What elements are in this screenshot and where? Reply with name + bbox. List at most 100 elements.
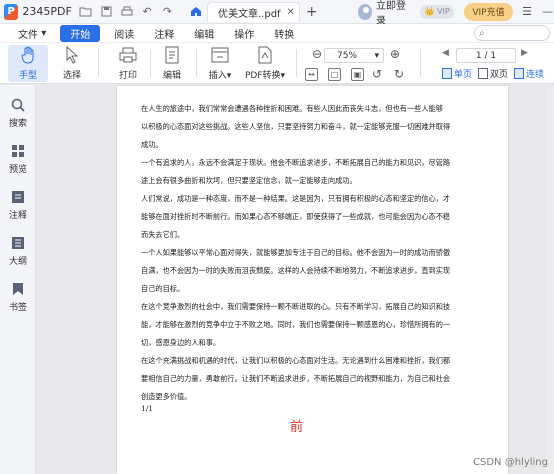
document-line: 人们常说，成功是一种态度，而不是一种结果。这是因为，只有拥有积极的心态和坚定的信… [141, 194, 451, 203]
left-sidebar: 搜索 预览 注释 大纲 书签 [0, 85, 36, 474]
prev-page-icon[interactable]: ◀ [442, 48, 449, 58]
single-page-icon [442, 68, 452, 79]
sidebar-item-preview[interactable]: 预览 [0, 143, 36, 175]
minimize-icon[interactable]: — [541, 5, 554, 18]
toolbar-divider [196, 49, 197, 77]
comment-icon [10, 189, 26, 205]
hand-icon [18, 45, 38, 65]
print-button[interactable]: 打印 [108, 45, 148, 82]
document-page: 在人生的旅途中，我们常常会遭遇各种挫折和困难。有些人因此而丧失斗志，但也有一些人… [117, 86, 508, 474]
rotate-right-icon[interactable]: ↻ [394, 67, 404, 81]
document-line: 一个有追求的人，永远不会满足于现状。他会不断追求进步，不断拓展自己的能力和见识，… [141, 158, 451, 167]
document-line: 在这个竞争激烈的社会中，我们需要保持一颗不断进取的心。只有不断学习，拓展自己的知… [141, 302, 451, 311]
document-line: 创造更多价值。 [141, 392, 192, 401]
edit-button[interactable]: 编辑 [152, 45, 192, 82]
menu-icon[interactable]: ☰ [521, 5, 534, 18]
sidebar-item-label: 注释 [8, 211, 27, 221]
rotate-left-icon[interactable]: ↺ [372, 67, 382, 81]
pdf-convert-label-text: PDF转换 [244, 71, 281, 81]
double-page-label: 双页 [490, 70, 509, 80]
toolbar-divider [296, 49, 297, 77]
document-line: 能够在面对挫折时不断前行。而如果心态不够端正，即使获得了一些成就，也可能会因为心… [141, 212, 451, 221]
document-line: 要相信自己的力量，勇敢前行。让我们不断追求进步，不断拓展自己的视野和能力，为自己… [141, 374, 451, 383]
redo-icon[interactable]: ↷ [160, 4, 174, 20]
menu-file-label: 文件 [18, 29, 38, 41]
document-line: 自满，也不会因为一时的失败而沮丧颓废。这样的人会持续不断地努力，不断追求进步，直… [141, 266, 451, 275]
folder-icon[interactable] [79, 4, 93, 20]
fit-width-icon[interactable]: ↔ [305, 68, 318, 81]
document-line: 切，感恩身边的人和事。 [141, 338, 221, 347]
chevron-down-icon: ▾ [41, 27, 47, 39]
tab-convert[interactable]: 转换 [264, 25, 304, 42]
new-tab-icon[interactable]: + [306, 4, 318, 20]
tab-edit[interactable]: 编辑 [184, 25, 224, 42]
pdf-convert-icon [255, 45, 275, 65]
tab-read[interactable]: 阅读 [104, 25, 144, 42]
sidebar-item-outline[interactable]: 大纲 [0, 235, 36, 267]
hand-tool-button[interactable]: 手型 [8, 45, 48, 82]
toolbar-divider [98, 49, 99, 77]
tab-start[interactable]: 开始 [60, 24, 101, 42]
sidebar-item-bookmarks[interactable]: 书签 [0, 281, 36, 313]
printer-icon [118, 45, 138, 65]
vip-badge: 👑 VIP [419, 4, 455, 19]
search-icon [10, 97, 26, 113]
double-page-icon [478, 68, 488, 79]
undo-icon[interactable]: ↶ [140, 4, 154, 20]
document-line: 以积极的心态面对这些挑战。这些人坚信，只要坚持努力和奋斗，就一定能够克服一切困难… [141, 122, 451, 131]
print-icon[interactable] [120, 4, 134, 20]
pdf-convert-label: PDF转换▾ [244, 71, 286, 81]
tab-operate[interactable]: 操作 [224, 25, 264, 42]
toolbar-divider [150, 49, 151, 77]
close-tab-icon[interactable]: ✕ [286, 7, 294, 18]
thumbnail-grid-icon [10, 143, 26, 159]
title-bar: P 2345PDF ↶ ↷ 优美文章..pdf ✕ + 立即登录 👑 VIP V… [0, 0, 554, 27]
document-line: 在这个充满挑战和机遇的时代，让我们以积极的心态面对生活。无论遇到什么困难和挫折，… [141, 356, 451, 365]
document-line: 而失去它们。 [141, 230, 185, 239]
home-icon[interactable] [189, 4, 203, 20]
continuous-icon [514, 68, 524, 79]
user-avatar-icon[interactable] [357, 3, 372, 20]
insert-label-text: 插入 [208, 71, 227, 81]
zoom-value: 75% [337, 50, 358, 61]
zoom-out-icon[interactable]: ⊖ [312, 47, 322, 61]
print-label: 打印 [118, 71, 137, 81]
document-line: 能，才能够在激烈的竞争中立于不败之地。同时，我们也需要保持一颗感恩的心，珍惜所拥… [141, 320, 451, 329]
document-line: 一个人如果能够以平常心面对得失，就能够更加专注于自己的目标。他不会因为一时的成功… [141, 248, 451, 257]
insert-button[interactable]: 插入▾ [198, 45, 242, 82]
document-tab[interactable]: 优美文章..pdf ✕ [207, 1, 300, 22]
toolbar-divider [420, 49, 421, 77]
continuous-label: 连续 [526, 70, 545, 80]
red-annotation-text: 前 [290, 420, 304, 435]
tab-annotate[interactable]: 注释 [144, 25, 184, 42]
page-number-text: 1/1 [141, 404, 154, 413]
sidebar-item-annotations[interactable]: 注释 [0, 189, 36, 221]
save-icon[interactable] [99, 4, 113, 20]
toolbar: 手型 选择 打印 编辑 插入▾ PDF转换▾ ⊖ 75% ▾ ⊕ ↔ □ ▣ ↺… [0, 43, 554, 84]
app-logo-icon: P [4, 3, 19, 20]
document-line: 自己的目标。 [141, 284, 185, 293]
select-tool-label: 选择 [62, 71, 81, 81]
document-tab-title: 优美文章..pdf [218, 8, 281, 20]
next-page-icon[interactable]: ▶ [521, 48, 528, 58]
continuous-view-button[interactable]: 连续 [514, 67, 544, 80]
single-page-view-button[interactable]: 单页 [442, 67, 472, 80]
vertical-scrollbar[interactable] [546, 85, 554, 474]
login-link[interactable]: 立即登录 [376, 0, 412, 27]
search-input[interactable]: ⌕ [474, 25, 550, 41]
actual-size-icon[interactable]: ▣ [351, 68, 364, 81]
sidebar-item-search[interactable]: 搜索 [0, 97, 36, 129]
menu-bar: 文件 ▾ 开始 阅读 注释 编辑 操作 转换 ⌕ [0, 24, 554, 43]
sidebar-item-label: 搜索 [8, 119, 27, 129]
zoom-in-icon[interactable]: ⊕ [390, 47, 400, 61]
vip-charge-button[interactable]: VIP充值 [464, 2, 513, 21]
fit-page-icon[interactable]: □ [328, 68, 341, 81]
double-page-view-button[interactable]: 双页 [478, 67, 508, 80]
insert-page-icon [210, 45, 230, 65]
pdf-convert-button[interactable]: PDF转换▾ [243, 45, 287, 82]
zoom-select[interactable]: 75% ▾ [324, 48, 384, 63]
select-tool-button[interactable]: 选择 [52, 45, 92, 82]
menu-file[interactable]: 文件 ▾ [0, 25, 56, 42]
page-number-input[interactable]: 1 / 1 [456, 48, 516, 63]
edit-document-icon [162, 45, 182, 65]
